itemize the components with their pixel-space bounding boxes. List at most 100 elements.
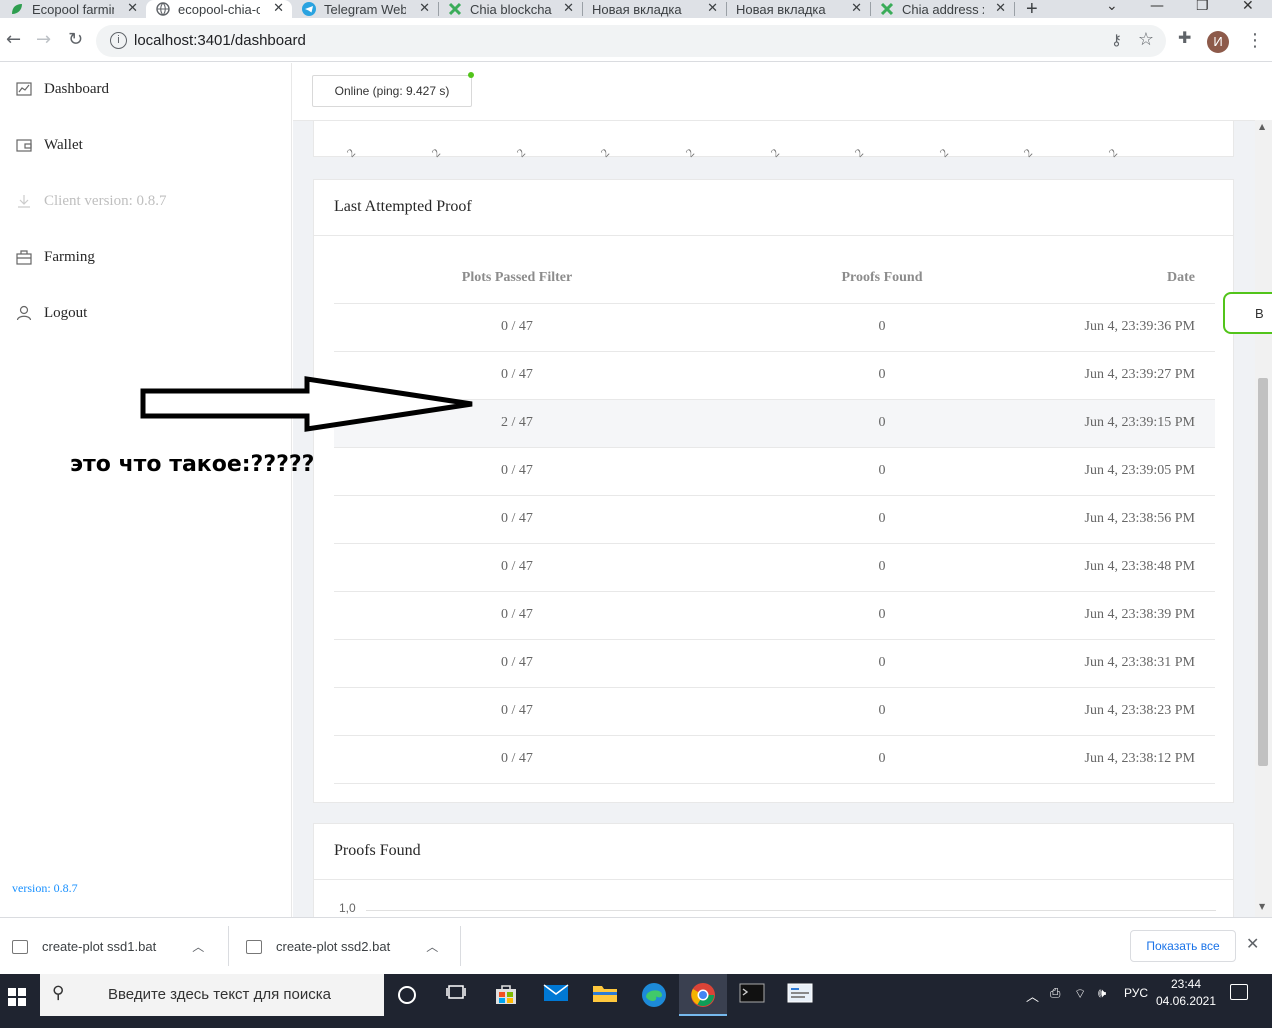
chevron-up-icon[interactable]: ︿: [426, 938, 438, 955]
minimize-icon[interactable]: —: [1150, 0, 1164, 14]
chrome-icon[interactable]: [690, 982, 716, 1008]
notifications-icon[interactable]: [1230, 984, 1248, 1000]
info-icon[interactable]: i: [110, 32, 127, 49]
back-icon[interactable]: ←: [6, 29, 21, 50]
show-all-button[interactable]: Показать все: [1130, 930, 1236, 962]
sidebar-item-client-version: Client version: 0.8.7: [16, 189, 167, 213]
sidebar-item-wallet[interactable]: Wallet: [16, 133, 83, 157]
chia-icon: [448, 2, 462, 16]
language-indicator[interactable]: РУС: [1124, 986, 1148, 1000]
windows-start-icon[interactable]: [8, 988, 26, 1006]
tick-label: 2: [852, 145, 867, 160]
sidebar-item-logout[interactable]: Logout: [16, 301, 87, 325]
close-icon[interactable]: ✕: [1246, 934, 1259, 953]
download-icon: [16, 193, 32, 209]
sidebar: Dashboard Wallet Client version: 0.8.7 F…: [0, 63, 292, 917]
close-icon[interactable]: ✕: [851, 0, 862, 16]
tray-chevron-icon[interactable]: ︿: [1026, 986, 1039, 1005]
address-bar[interactable]: i localhost:3401/dashboard ⚷ ☆: [96, 25, 1166, 57]
gridline: [366, 910, 1216, 911]
proof-table: Plots Passed Filter Proofs Found Date 0 …: [334, 253, 1215, 784]
menu-icon[interactable]: ⋮: [1246, 30, 1264, 51]
sidebar-item-label: Farming: [44, 248, 95, 265]
tab-new-1[interactable]: Новая вкладка ✕: [582, 0, 727, 18]
y-tick-label: 1,0: [339, 901, 356, 915]
close-icon[interactable]: ✕: [995, 0, 1006, 16]
app-window-icon[interactable]: [787, 982, 813, 1008]
table-row: 0 / 47 0 Jun 4, 23:38:48 PM: [334, 543, 1215, 592]
sidebar-item-label: Dashboard: [44, 80, 109, 97]
meet-now-icon[interactable]: ⎙: [1050, 986, 1060, 1001]
key-icon[interactable]: ⚷: [1111, 31, 1122, 49]
tick-label: 2: [683, 145, 698, 160]
tick-label: 2: [1021, 145, 1036, 160]
search-placeholder: Введите здесь текст для поиска: [108, 986, 331, 1003]
sidebar-item-farming[interactable]: Farming: [16, 245, 95, 269]
close-icon[interactable]: ✕: [127, 0, 138, 16]
downloads-shelf: create-plot ssd1.bat ︿ create-plot ssd2.…: [0, 917, 1272, 974]
tab-chia-address[interactable]: Chia address x ✕: [870, 0, 1015, 18]
extensions-icon[interactable]: ✚: [1178, 28, 1191, 47]
floating-side-button[interactable]: В: [1223, 292, 1272, 334]
window-close-icon[interactable]: ✕: [1242, 0, 1254, 14]
cell-passed: 0 / 47: [334, 591, 700, 640]
cell-date: Jun 4, 23:38:12 PM: [1064, 735, 1215, 784]
volume-icon[interactable]: 🕪: [1098, 986, 1106, 1001]
close-icon[interactable]: ✕: [563, 0, 574, 16]
column-header: Plots Passed Filter: [334, 253, 700, 304]
download-filename: create-plot ssd1.bat: [42, 939, 157, 954]
restore-icon[interactable]: ❐: [1196, 0, 1209, 14]
tab-telegram[interactable]: Telegram Web ✕: [292, 0, 439, 18]
close-icon[interactable]: ✕: [707, 0, 718, 16]
tab-ecopool-chia[interactable]: ecopool-chia-c ✕: [146, 0, 292, 18]
clock[interactable]: 23:44 04.06.2021: [1155, 976, 1217, 1010]
tab-ecopool-farming[interactable]: Ecopool farmin ✕: [0, 0, 146, 18]
tab-chia-blockchain[interactable]: Chia blockchai ✕: [438, 0, 583, 18]
table-row: 0 / 47 0 Jun 4, 23:38:39 PM: [334, 591, 1215, 640]
cell-found: 0: [700, 735, 1064, 784]
tab-search-icon[interactable]: ⌄: [1106, 0, 1118, 14]
page-scrollbar[interactable]: ▲ ▼: [1255, 120, 1272, 917]
table-row: 0 / 47 0 Jun 4, 23:38:56 PM: [334, 495, 1215, 544]
scroll-up-icon[interactable]: ▲: [1259, 122, 1265, 131]
cell-date: Jun 4, 23:39:36 PM: [1064, 303, 1215, 352]
star-icon[interactable]: ☆: [1138, 29, 1154, 50]
download-item[interactable]: create-plot ssd1.bat ︿: [12, 918, 204, 975]
store-icon[interactable]: [494, 982, 520, 1008]
version-label: version: 0.8.7: [12, 881, 78, 895]
cell-found: 0: [700, 591, 1064, 640]
edge-icon[interactable]: [641, 982, 667, 1008]
reload-icon[interactable]: ↻: [68, 29, 83, 50]
mail-icon[interactable]: [543, 982, 569, 1008]
cell-passed: 0 / 47: [334, 639, 700, 688]
file-explorer-icon[interactable]: [592, 982, 618, 1008]
avatar[interactable]: И: [1207, 31, 1229, 53]
sidebar-item-label: Client version: 0.8.7: [44, 192, 167, 209]
chevron-up-icon[interactable]: ︿: [192, 938, 204, 955]
sidebar-item-label: Wallet: [44, 136, 83, 153]
online-status-button[interactable]: Online (ping: 9.427 s): [312, 75, 472, 107]
url-text[interactable]: localhost:3401/dashboard: [134, 32, 306, 49]
forward-icon[interactable]: →: [36, 29, 51, 50]
scroll-down-icon[interactable]: ▼: [1259, 902, 1265, 911]
terminal-icon[interactable]: [739, 982, 765, 1008]
cell-date: Jun 4, 23:39:05 PM: [1064, 447, 1215, 496]
tab-new-2[interactable]: Новая вкладка ✕: [726, 0, 871, 18]
task-view-icon[interactable]: [446, 982, 472, 1008]
sidebar-item-dashboard[interactable]: Dashboard: [16, 77, 109, 101]
cell-found: 0: [700, 399, 1064, 448]
close-icon[interactable]: ✕: [273, 0, 284, 16]
taskbar-search[interactable]: ⚲ Введите здесь текст для поиска: [40, 974, 384, 1016]
card-header: Last Attempted Proof: [314, 180, 1233, 236]
table-row: 0 / 47 0 Jun 4, 23:38:23 PM: [334, 687, 1215, 736]
tick-label: 2: [768, 145, 783, 160]
cortana-icon[interactable]: [398, 986, 416, 1004]
status-dot: [468, 72, 474, 78]
download-item[interactable]: create-plot ssd2.bat ︿: [246, 918, 438, 975]
file-icon: [12, 939, 28, 954]
scrollbar-thumb[interactable]: [1258, 378, 1268, 766]
close-icon[interactable]: ✕: [419, 0, 430, 16]
tick-label: 2: [598, 145, 613, 160]
clock-time: 23:44: [1170, 977, 1202, 991]
network-icon[interactable]: ⌔: [1074, 986, 1086, 1002]
